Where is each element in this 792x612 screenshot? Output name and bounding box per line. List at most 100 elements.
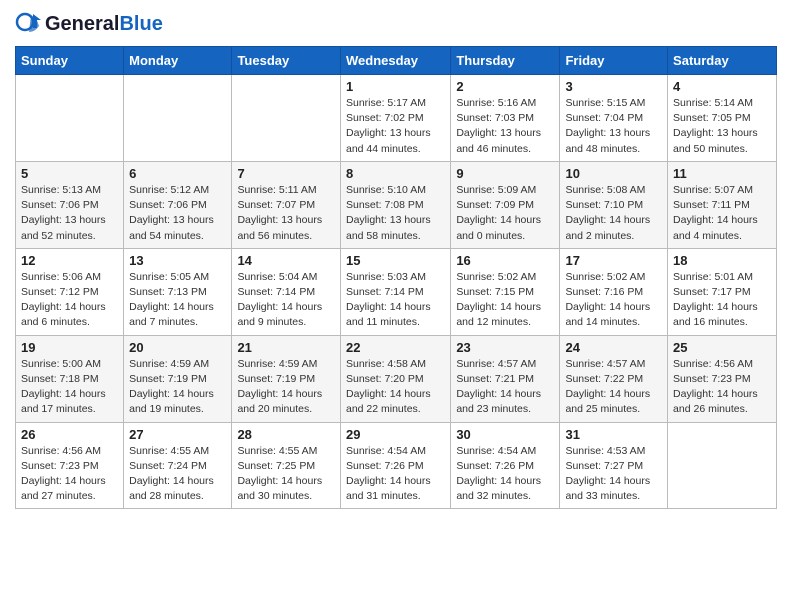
weekday-thursday: Thursday <box>451 47 560 75</box>
day-number: 24 <box>565 340 662 355</box>
day-number: 15 <box>346 253 445 268</box>
day-number: 14 <box>237 253 335 268</box>
day-info: Sunrise: 5:15 AMSunset: 7:04 PMDaylight:… <box>565 96 662 157</box>
day-number: 7 <box>237 166 335 181</box>
day-info: Sunrise: 4:54 AMSunset: 7:26 PMDaylight:… <box>346 444 445 505</box>
calendar-cell: 10 Sunrise: 5:08 AMSunset: 7:10 PMDayligh… <box>560 161 668 248</box>
day-info: Sunrise: 5:09 AMSunset: 7:09 PMDaylight:… <box>456 183 554 244</box>
day-info: Sunrise: 5:03 AMSunset: 7:14 PMDaylight:… <box>346 270 445 331</box>
calendar-week-3: 12 Sunrise: 5:06 AMSunset: 7:12 PMDayligh… <box>16 248 777 335</box>
day-info: Sunrise: 5:01 AMSunset: 7:17 PMDaylight:… <box>673 270 771 331</box>
day-number: 8 <box>346 166 445 181</box>
logo: GeneralBlue <box>15 10 163 38</box>
calendar-cell: 3 Sunrise: 5:15 AMSunset: 7:04 PMDaylight… <box>560 75 668 162</box>
day-info: Sunrise: 4:57 AMSunset: 7:21 PMDaylight:… <box>456 357 554 418</box>
day-info: Sunrise: 5:08 AMSunset: 7:10 PMDaylight:… <box>565 183 662 244</box>
day-info: Sunrise: 5:05 AMSunset: 7:13 PMDaylight:… <box>129 270 226 331</box>
day-number: 5 <box>21 166 118 181</box>
calendar-cell: 11 Sunrise: 5:07 AMSunset: 7:11 PMDayligh… <box>668 161 777 248</box>
calendar-cell: 18 Sunrise: 5:01 AMSunset: 7:17 PMDayligh… <box>668 248 777 335</box>
calendar-cell: 17Sunrise: 5:02 AMSunset: 7:16 PMDayligh… <box>560 248 668 335</box>
calendar-cell: 28Sunrise: 4:55 AMSunset: 7:25 PMDayligh… <box>232 422 341 509</box>
day-info: Sunrise: 4:58 AMSunset: 7:20 PMDaylight:… <box>346 357 445 418</box>
day-number: 3 <box>565 79 662 94</box>
day-info: Sunrise: 5:02 AMSunset: 7:15 PMDaylight:… <box>456 270 554 331</box>
weekday-wednesday: Wednesday <box>340 47 450 75</box>
calendar-cell <box>16 75 124 162</box>
calendar-cell: 7 Sunrise: 5:11 AMSunset: 7:07 PMDaylight… <box>232 161 341 248</box>
day-info: Sunrise: 5:14 AMSunset: 7:05 PMDaylight:… <box>673 96 771 157</box>
day-number: 23 <box>456 340 554 355</box>
day-number: 29 <box>346 427 445 442</box>
calendar-cell: 24Sunrise: 4:57 AMSunset: 7:22 PMDayligh… <box>560 335 668 422</box>
calendar-week-4: 19Sunrise: 5:00 AMSunset: 7:18 PMDayligh… <box>16 335 777 422</box>
weekday-monday: Monday <box>124 47 232 75</box>
calendar-cell <box>668 422 777 509</box>
day-info: Sunrise: 5:06 AMSunset: 7:12 PMDaylight:… <box>21 270 118 331</box>
day-info: Sunrise: 5:16 AMSunset: 7:03 PMDaylight:… <box>456 96 554 157</box>
day-number: 28 <box>237 427 335 442</box>
calendar-cell <box>124 75 232 162</box>
day-info: Sunrise: 4:54 AMSunset: 7:26 PMDaylight:… <box>456 444 554 505</box>
day-number: 9 <box>456 166 554 181</box>
weekday-sunday: Sunday <box>16 47 124 75</box>
day-number: 2 <box>456 79 554 94</box>
calendar-cell: 20 Sunrise: 4:59 AMSunset: 7:19 PMDayligh… <box>124 335 232 422</box>
day-number: 26 <box>21 427 118 442</box>
calendar-cell: 13Sunrise: 5:05 AMSunset: 7:13 PMDayligh… <box>124 248 232 335</box>
calendar-cell: 15 Sunrise: 5:03 AMSunset: 7:14 PMDayligh… <box>340 248 450 335</box>
day-number: 31 <box>565 427 662 442</box>
day-info: Sunrise: 4:56 AMSunset: 7:23 PMDaylight:… <box>673 357 771 418</box>
calendar-cell: 30 Sunrise: 4:54 AMSunset: 7:26 PMDayligh… <box>451 422 560 509</box>
day-info: Sunrise: 5:07 AMSunset: 7:11 PMDaylight:… <box>673 183 771 244</box>
day-number: 21 <box>237 340 335 355</box>
day-number: 1 <box>346 79 445 94</box>
calendar-cell: 12 Sunrise: 5:06 AMSunset: 7:12 PMDayligh… <box>16 248 124 335</box>
calendar-cell: 26 Sunrise: 4:56 AMSunset: 7:23 PMDayligh… <box>16 422 124 509</box>
calendar-page: GeneralBlue SundayMondayTuesdayWednesday… <box>0 0 792 612</box>
calendar-table: SundayMondayTuesdayWednesdayThursdayFrid… <box>15 46 777 509</box>
calendar-week-1: 1 Sunrise: 5:17 AMSunset: 7:02 PMDaylight… <box>16 75 777 162</box>
day-number: 27 <box>129 427 226 442</box>
logo-icon <box>15 10 43 38</box>
calendar-cell: 8 Sunrise: 5:10 AMSunset: 7:08 PMDaylight… <box>340 161 450 248</box>
day-info: Sunrise: 4:56 AMSunset: 7:23 PMDaylight:… <box>21 444 118 505</box>
day-number: 22 <box>346 340 445 355</box>
logo-text: GeneralBlue <box>45 13 163 35</box>
calendar-cell: 22 Sunrise: 4:58 AMSunset: 7:20 PMDayligh… <box>340 335 450 422</box>
calendar-cell: 23 Sunrise: 4:57 AMSunset: 7:21 PMDayligh… <box>451 335 560 422</box>
day-info: Sunrise: 5:10 AMSunset: 7:08 PMDaylight:… <box>346 183 445 244</box>
calendar-cell: 1 Sunrise: 5:17 AMSunset: 7:02 PMDaylight… <box>340 75 450 162</box>
day-number: 11 <box>673 166 771 181</box>
day-info: Sunrise: 5:17 AMSunset: 7:02 PMDaylight:… <box>346 96 445 157</box>
day-info: Sunrise: 5:12 AMSunset: 7:06 PMDaylight:… <box>129 183 226 244</box>
calendar-cell: 29 Sunrise: 4:54 AMSunset: 7:26 PMDayligh… <box>340 422 450 509</box>
calendar-cell: 16 Sunrise: 5:02 AMSunset: 7:15 PMDayligh… <box>451 248 560 335</box>
day-number: 4 <box>673 79 771 94</box>
day-number: 30 <box>456 427 554 442</box>
day-number: 18 <box>673 253 771 268</box>
day-info: Sunrise: 4:55 AMSunset: 7:24 PMDaylight:… <box>129 444 226 505</box>
day-info: Sunrise: 4:53 AMSunset: 7:27 PMDaylight:… <box>565 444 662 505</box>
weekday-header-row: SundayMondayTuesdayWednesdayThursdayFrid… <box>16 47 777 75</box>
day-number: 12 <box>21 253 118 268</box>
weekday-friday: Friday <box>560 47 668 75</box>
weekday-tuesday: Tuesday <box>232 47 341 75</box>
day-number: 16 <box>456 253 554 268</box>
calendar-cell: 14Sunrise: 5:04 AMSunset: 7:14 PMDayligh… <box>232 248 341 335</box>
weekday-saturday: Saturday <box>668 47 777 75</box>
day-number: 20 <box>129 340 226 355</box>
calendar-cell <box>232 75 341 162</box>
day-info: Sunrise: 5:13 AMSunset: 7:06 PMDaylight:… <box>21 183 118 244</box>
day-info: Sunrise: 4:59 AMSunset: 7:19 PMDaylight:… <box>129 357 226 418</box>
calendar-week-5: 26 Sunrise: 4:56 AMSunset: 7:23 PMDayligh… <box>16 422 777 509</box>
day-number: 19 <box>21 340 118 355</box>
day-number: 6 <box>129 166 226 181</box>
day-info: Sunrise: 5:02 AMSunset: 7:16 PMDaylight:… <box>565 270 662 331</box>
calendar-cell: 4 Sunrise: 5:14 AMSunset: 7:05 PMDaylight… <box>668 75 777 162</box>
calendar-week-2: 5 Sunrise: 5:13 AMSunset: 7:06 PMDaylight… <box>16 161 777 248</box>
page-header: GeneralBlue <box>15 10 777 38</box>
calendar-cell: 2 Sunrise: 5:16 AMSunset: 7:03 PMDaylight… <box>451 75 560 162</box>
day-number: 10 <box>565 166 662 181</box>
day-info: Sunrise: 5:11 AMSunset: 7:07 PMDaylight:… <box>237 183 335 244</box>
